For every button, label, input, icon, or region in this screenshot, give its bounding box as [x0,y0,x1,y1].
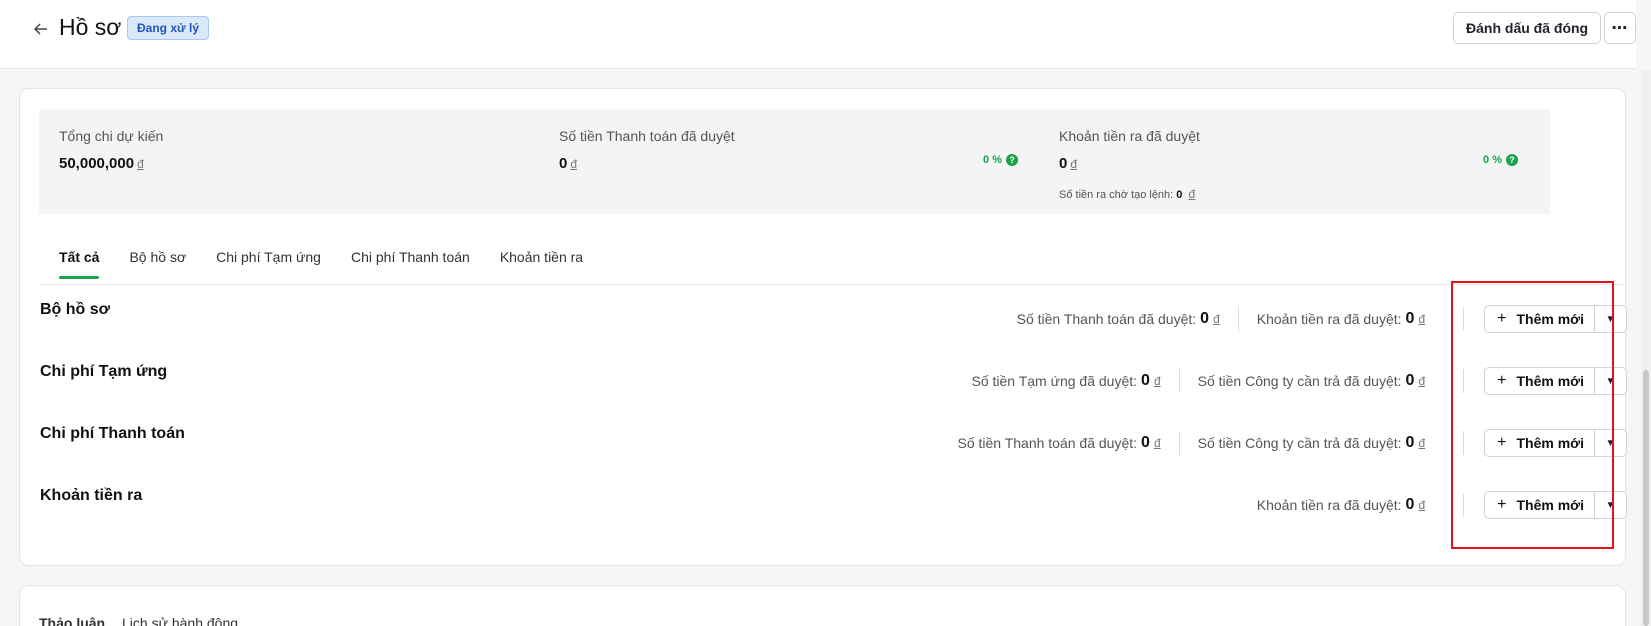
tab-action-history[interactable]: Lịch sử hành động [122,615,238,626]
plus-icon: + [1497,310,1507,327]
tab-bar: Tất cả Bộ hồ sơ Chi phí Tạm ứng Chi phí … [49,239,603,279]
add-new-split-button: + Thêm mới ▼ [1484,305,1627,333]
divider [1463,493,1465,517]
section-title: Chi phí Tạm ứng [40,363,168,380]
stat-approved-payment: Số tiền Thanh toán đã duyệt 0đ 0 %? [539,109,1050,214]
plus-icon: + [1497,496,1507,513]
section-outflows: Khoản tiền ra Khoản tiền ra đã duyệt: 0 đ … [40,475,1627,531]
currency-symbol: đ [1070,157,1078,171]
stat-percent: 0 %? [983,154,1018,166]
tab-all[interactable]: Tất cả [49,239,109,279]
stat-value: 50,000,000 đ [59,155,144,172]
stat-label: Số tiền Thanh toán đã duyệt [559,128,735,144]
currency-symbol: đ [137,157,144,171]
section-advance-costs: Chi phí Tạm ứng Số tiền Tạm ứng đã duyệt… [40,351,1627,407]
plus-icon: + [1497,372,1507,389]
caret-down-icon[interactable]: ▼ [1594,430,1626,456]
tabs-divider [39,284,1626,285]
metric: Khoản tiền ra đã duyệt: 0 đ [1237,307,1443,331]
caret-down-icon[interactable]: ▼ [1594,492,1626,518]
divider [1463,369,1465,393]
add-new-split-button: + Thêm mới ▼ [1484,367,1627,395]
stat-total-budget: Tổng chi dự kiến 50,000,000 đ [39,109,550,214]
add-new-button[interactable]: + Thêm mới [1485,306,1594,332]
section-title: Khoản tiền ra [40,487,143,504]
stat-value: 0đ [559,155,578,172]
metric: Số tiền Công ty cần trả đã duyệt: 0 đ [1178,369,1444,393]
scrollbar-thumb[interactable] [1643,370,1649,626]
more-icon: ⋯ [1611,20,1629,37]
metric: Số tiền Công ty cần trả đã duyệt: 0 đ [1178,431,1444,455]
stat-percent: 0 %? [1483,154,1518,166]
tab-discussion[interactable]: Thảo luận [39,615,105,626]
metric: Số tiền Tạm ứng đã duyệt: 0 đ [971,372,1161,389]
more-options-button[interactable]: ⋯ [1604,12,1636,44]
summary-card: Tổng chi dự kiến 50,000,000 đ Số tiền Tha… [19,88,1627,566]
metric: Số tiền Thanh toán đã duyệt: 0 đ [957,434,1161,451]
divider [1463,307,1465,331]
stat-label: Tổng chi dự kiến [59,128,164,144]
section-metrics: Số tiền Tạm ứng đã duyệt: 0 đ Số tiền Công… [953,361,1627,401]
add-new-button[interactable]: + Thêm mới [1485,492,1594,518]
plus-icon: + [1497,434,1507,451]
top-bar: Hồ sơ Đang xử lý Đánh dấu đã đóng ⋯ [0,0,1636,69]
section-metrics: Số tiền Thanh toán đã duyệt: 0 đ Khoản tiề… [999,299,1627,339]
add-new-button[interactable]: + Thêm mới [1485,368,1594,394]
divider [1463,431,1465,455]
discussion-card [19,585,1626,626]
add-new-split-button: + Thêm mới ▼ [1484,491,1627,519]
back-arrow-icon[interactable] [30,18,52,40]
tab-outflows[interactable]: Khoản tiền ra [490,239,593,279]
metric: Khoản tiền ra đã duyệt: 0 đ [1256,496,1426,513]
section-payment-costs: Chi phí Thanh toán Số tiền Thanh toán đã… [40,413,1627,469]
stat-label: Khoản tiền ra đã duyệt [1059,128,1200,144]
status-badge: Đang xử lý [127,16,210,40]
caret-down-icon[interactable]: ▼ [1594,306,1626,332]
section-metrics: Khoản tiền ra đã duyệt: 0 đ + Thêm mới ▼ [1239,485,1627,525]
tab-documents[interactable]: Bộ hồ sơ [119,239,196,279]
section-metrics: Số tiền Thanh toán đã duyệt: 0 đ Số tiền C… [939,423,1627,463]
section-title: Bộ hồ sơ [40,301,111,318]
section-documents: Bộ hồ sơ Số tiền Thanh toán đã duyệt: 0 đ … [40,289,1627,345]
stat-sub: Số tiền ra chờ tạo lệnh: 0 đ [1059,187,1196,201]
add-new-split-button: + Thêm mới ▼ [1484,429,1627,457]
add-new-button[interactable]: + Thêm mới [1485,430,1594,456]
caret-down-icon[interactable]: ▼ [1594,368,1626,394]
metric: Số tiền Thanh toán đã duyệt: 0 đ [1016,310,1220,327]
help-icon[interactable]: ? [1006,154,1018,166]
currency-symbol: đ [570,157,578,171]
tab-advance-costs[interactable]: Chi phí Tạm ứng [206,239,331,279]
stat-value: 0đ [1059,155,1078,172]
mark-closed-button[interactable]: Đánh dấu đã đóng [1453,12,1602,44]
section-title: Chi phí Thanh toán [40,425,185,442]
page-title: Hồ sơ [59,14,122,40]
stat-approved-outflow: Khoản tiền ra đã duyệt 0đ 0 %? Số tiền r… [1039,109,1550,214]
tab-payment-costs[interactable]: Chi phí Thanh toán [341,239,480,279]
help-icon[interactable]: ? [1506,154,1518,166]
